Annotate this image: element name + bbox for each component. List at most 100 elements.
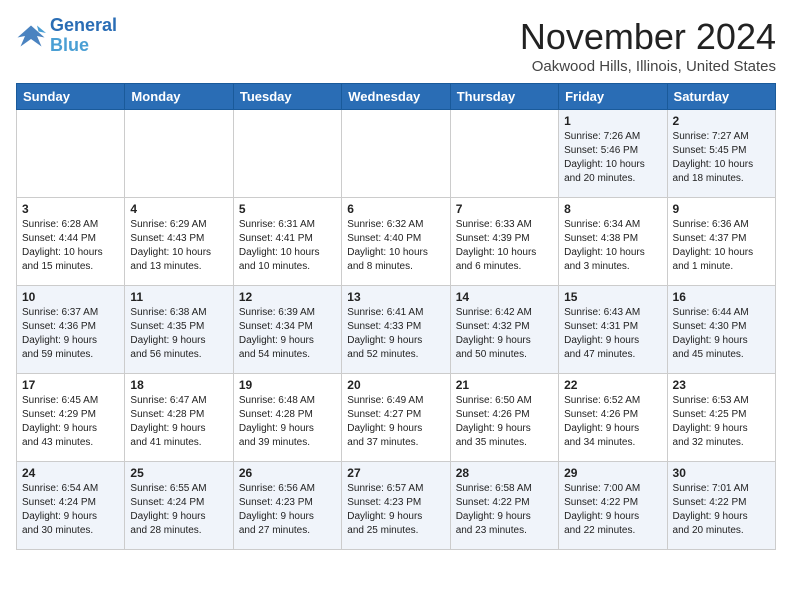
week-row-2: 10 Sunrise: 6:37 AM Sunset: 4:36 PM Dayli… xyxy=(17,286,776,374)
day-info: Sunrise: 7:00 AM Sunset: 4:22 PM Dayligh… xyxy=(564,482,661,538)
calendar-header: SundayMondayTuesdayWednesdayThursdayFrid… xyxy=(17,84,776,110)
day-number: 20 xyxy=(347,378,444,392)
day-info: Sunrise: 6:28 AM Sunset: 4:44 PM Dayligh… xyxy=(22,218,119,274)
day-info: Sunrise: 6:54 AM Sunset: 4:24 PM Dayligh… xyxy=(22,482,119,538)
header-day-wednesday: Wednesday xyxy=(342,84,450,110)
page-header: General Blue November 2024 Oakwood Hills… xyxy=(16,16,776,75)
day-number: 14 xyxy=(456,290,553,304)
calendar-cell: 19 Sunrise: 6:48 AM Sunset: 4:28 PM Dayli… xyxy=(233,374,341,462)
day-number: 17 xyxy=(22,378,119,392)
calendar-cell: 21 Sunrise: 6:50 AM Sunset: 4:26 PM Dayli… xyxy=(450,374,558,462)
calendar-cell: 30Sunrise: 7:01 AM Sunset: 4:22 PM Dayli… xyxy=(667,462,775,550)
calendar-cell: 12Sunrise: 6:39 AM Sunset: 4:34 PM Dayli… xyxy=(233,286,341,374)
calendar-cell: 11 Sunrise: 6:38 AM Sunset: 4:35 PM Dayli… xyxy=(125,286,233,374)
calendar-cell xyxy=(450,110,558,198)
day-number: 7 xyxy=(456,202,553,216)
calendar-cell: 3 Sunrise: 6:28 AM Sunset: 4:44 PM Daylig… xyxy=(17,198,125,286)
calendar-cell: 4Sunrise: 6:29 AM Sunset: 4:43 PM Daylig… xyxy=(125,198,233,286)
day-number: 15 xyxy=(564,290,661,304)
day-number: 21 xyxy=(456,378,553,392)
day-info: Sunrise: 6:36 AM Sunset: 4:37 PM Dayligh… xyxy=(673,218,770,274)
day-info: Sunrise: 6:52 AM Sunset: 4:26 PM Dayligh… xyxy=(564,394,661,450)
calendar-cell: 25 Sunrise: 6:55 AM Sunset: 4:24 PM Dayli… xyxy=(125,462,233,550)
header-day-saturday: Saturday xyxy=(667,84,775,110)
day-number: 22 xyxy=(564,378,661,392)
day-number: 6 xyxy=(347,202,444,216)
day-info: Sunrise: 6:37 AM Sunset: 4:36 PM Dayligh… xyxy=(22,306,119,362)
calendar-cell: 20 Sunrise: 6:49 AM Sunset: 4:27 PM Dayli… xyxy=(342,374,450,462)
day-number: 23 xyxy=(673,378,770,392)
day-info: Sunrise: 6:58 AM Sunset: 4:22 PM Dayligh… xyxy=(456,482,553,538)
header-day-monday: Monday xyxy=(125,84,233,110)
day-number: 27 xyxy=(347,466,444,480)
day-number: 30 xyxy=(673,466,770,480)
day-info: Sunrise: 7:26 AM Sunset: 5:46 PM Dayligh… xyxy=(564,130,661,186)
day-number: 11 xyxy=(130,290,227,304)
day-number: 28 xyxy=(456,466,553,480)
header-row: SundayMondayTuesdayWednesdayThursdayFrid… xyxy=(17,84,776,110)
day-number: 8 xyxy=(564,202,661,216)
calendar-cell: 16 Sunrise: 6:44 AM Sunset: 4:30 PM Dayli… xyxy=(667,286,775,374)
calendar-cell: 29 Sunrise: 7:00 AM Sunset: 4:22 PM Dayli… xyxy=(559,462,667,550)
day-info: Sunrise: 6:32 AM Sunset: 4:40 PM Dayligh… xyxy=(347,218,444,274)
day-info: Sunrise: 6:50 AM Sunset: 4:26 PM Dayligh… xyxy=(456,394,553,450)
day-info: Sunrise: 6:41 AM Sunset: 4:33 PM Dayligh… xyxy=(347,306,444,362)
calendar-cell: 8 Sunrise: 6:34 AM Sunset: 4:38 PM Daylig… xyxy=(559,198,667,286)
day-number: 4 xyxy=(130,202,227,216)
day-info: Sunrise: 6:38 AM Sunset: 4:35 PM Dayligh… xyxy=(130,306,227,362)
calendar-title: November 2024 xyxy=(520,16,776,58)
calendar-cell: 23 Sunrise: 6:53 AM Sunset: 4:25 PM Dayli… xyxy=(667,374,775,462)
week-row-4: 24Sunrise: 6:54 AM Sunset: 4:24 PM Dayli… xyxy=(17,462,776,550)
day-info: Sunrise: 6:42 AM Sunset: 4:32 PM Dayligh… xyxy=(456,306,553,362)
calendar-cell xyxy=(125,110,233,198)
day-number: 29 xyxy=(564,466,661,480)
day-info: Sunrise: 6:34 AM Sunset: 4:38 PM Dayligh… xyxy=(564,218,661,274)
day-number: 25 xyxy=(130,466,227,480)
week-row-1: 3 Sunrise: 6:28 AM Sunset: 4:44 PM Daylig… xyxy=(17,198,776,286)
week-row-3: 17 Sunrise: 6:45 AM Sunset: 4:29 PM Dayli… xyxy=(17,374,776,462)
week-row-0: 1 Sunrise: 7:26 AM Sunset: 5:46 PM Daylig… xyxy=(17,110,776,198)
day-number: 16 xyxy=(673,290,770,304)
day-info: Sunrise: 6:55 AM Sunset: 4:24 PM Dayligh… xyxy=(130,482,227,538)
title-block: November 2024 Oakwood Hills, Illinois, U… xyxy=(520,16,776,75)
day-info: Sunrise: 6:39 AM Sunset: 4:34 PM Dayligh… xyxy=(239,306,336,362)
calendar-cell: 5 Sunrise: 6:31 AM Sunset: 4:41 PM Daylig… xyxy=(233,198,341,286)
calendar-table: SundayMondayTuesdayWednesdayThursdayFrid… xyxy=(16,83,776,550)
calendar-cell: 9Sunrise: 6:36 AM Sunset: 4:37 PM Daylig… xyxy=(667,198,775,286)
logo: General Blue xyxy=(16,16,117,56)
day-number: 1 xyxy=(564,114,661,128)
day-info: Sunrise: 6:44 AM Sunset: 4:30 PM Dayligh… xyxy=(673,306,770,362)
day-number: 19 xyxy=(239,378,336,392)
day-info: Sunrise: 6:56 AM Sunset: 4:23 PM Dayligh… xyxy=(239,482,336,538)
calendar-cell: 1 Sunrise: 7:26 AM Sunset: 5:46 PM Daylig… xyxy=(559,110,667,198)
day-info: Sunrise: 6:48 AM Sunset: 4:28 PM Dayligh… xyxy=(239,394,336,450)
day-number: 3 xyxy=(22,202,119,216)
day-info: Sunrise: 6:47 AM Sunset: 4:28 PM Dayligh… xyxy=(130,394,227,450)
calendar-cell xyxy=(342,110,450,198)
calendar-cell xyxy=(17,110,125,198)
day-info: Sunrise: 6:53 AM Sunset: 4:25 PM Dayligh… xyxy=(673,394,770,450)
calendar-cell: 6 Sunrise: 6:32 AM Sunset: 4:40 PM Daylig… xyxy=(342,198,450,286)
calendar-cell: 2Sunrise: 7:27 AM Sunset: 5:45 PM Daylig… xyxy=(667,110,775,198)
calendar-cell: 10 Sunrise: 6:37 AM Sunset: 4:36 PM Dayli… xyxy=(17,286,125,374)
header-day-friday: Friday xyxy=(559,84,667,110)
day-info: Sunrise: 7:27 AM Sunset: 5:45 PM Dayligh… xyxy=(673,130,770,186)
logo-bird-icon xyxy=(16,22,46,50)
calendar-cell: 13Sunrise: 6:41 AM Sunset: 4:33 PM Dayli… xyxy=(342,286,450,374)
day-info: Sunrise: 6:33 AM Sunset: 4:39 PM Dayligh… xyxy=(456,218,553,274)
day-number: 10 xyxy=(22,290,119,304)
calendar-cell: 17 Sunrise: 6:45 AM Sunset: 4:29 PM Dayli… xyxy=(17,374,125,462)
day-number: 18 xyxy=(130,378,227,392)
day-info: Sunrise: 6:31 AM Sunset: 4:41 PM Dayligh… xyxy=(239,218,336,274)
calendar-cell: 18 Sunrise: 6:47 AM Sunset: 4:28 PM Dayli… xyxy=(125,374,233,462)
calendar-cell: 7 Sunrise: 6:33 AM Sunset: 4:39 PM Daylig… xyxy=(450,198,558,286)
header-day-thursday: Thursday xyxy=(450,84,558,110)
calendar-cell: 24Sunrise: 6:54 AM Sunset: 4:24 PM Dayli… xyxy=(17,462,125,550)
calendar-cell xyxy=(233,110,341,198)
day-info: Sunrise: 6:45 AM Sunset: 4:29 PM Dayligh… xyxy=(22,394,119,450)
header-day-tuesday: Tuesday xyxy=(233,84,341,110)
calendar-subtitle: Oakwood Hills, Illinois, United States xyxy=(520,58,776,75)
header-day-sunday: Sunday xyxy=(17,84,125,110)
day-number: 5 xyxy=(239,202,336,216)
day-info: Sunrise: 6:49 AM Sunset: 4:27 PM Dayligh… xyxy=(347,394,444,450)
